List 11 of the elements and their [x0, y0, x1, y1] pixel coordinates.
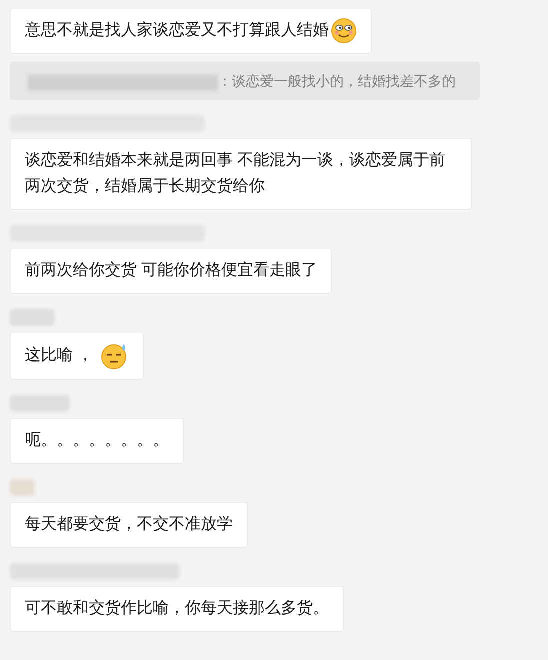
message-text: 前两次给你交货 可能你价格便宜看走眼了: [25, 262, 318, 280]
message-text: 谈恋爱和结婚本来就是两回事 不能混为一谈，谈恋爱属于前两次交货，结婚属于长期交货给你: [25, 152, 446, 196]
message-text: 意思不就是找人家谈恋爱又不打算跟人结婚: [25, 22, 329, 40]
message-text: 这比喻 ，: [25, 347, 94, 364]
message-text: 可不敢和交货作比喻，你每天接那么多货。: [25, 600, 329, 618]
message-text: 呃。。。。。。。。: [25, 432, 169, 450]
smiling-face-icon: [331, 18, 357, 44]
sweat-face-icon: [101, 342, 130, 370]
quoted-text: ：谈恋爱一般找小的，结婚找差不多的: [218, 73, 456, 90]
blurred-name: [10, 479, 35, 496]
message-text: 每天都要交货，不交不准放学: [25, 516, 233, 534]
